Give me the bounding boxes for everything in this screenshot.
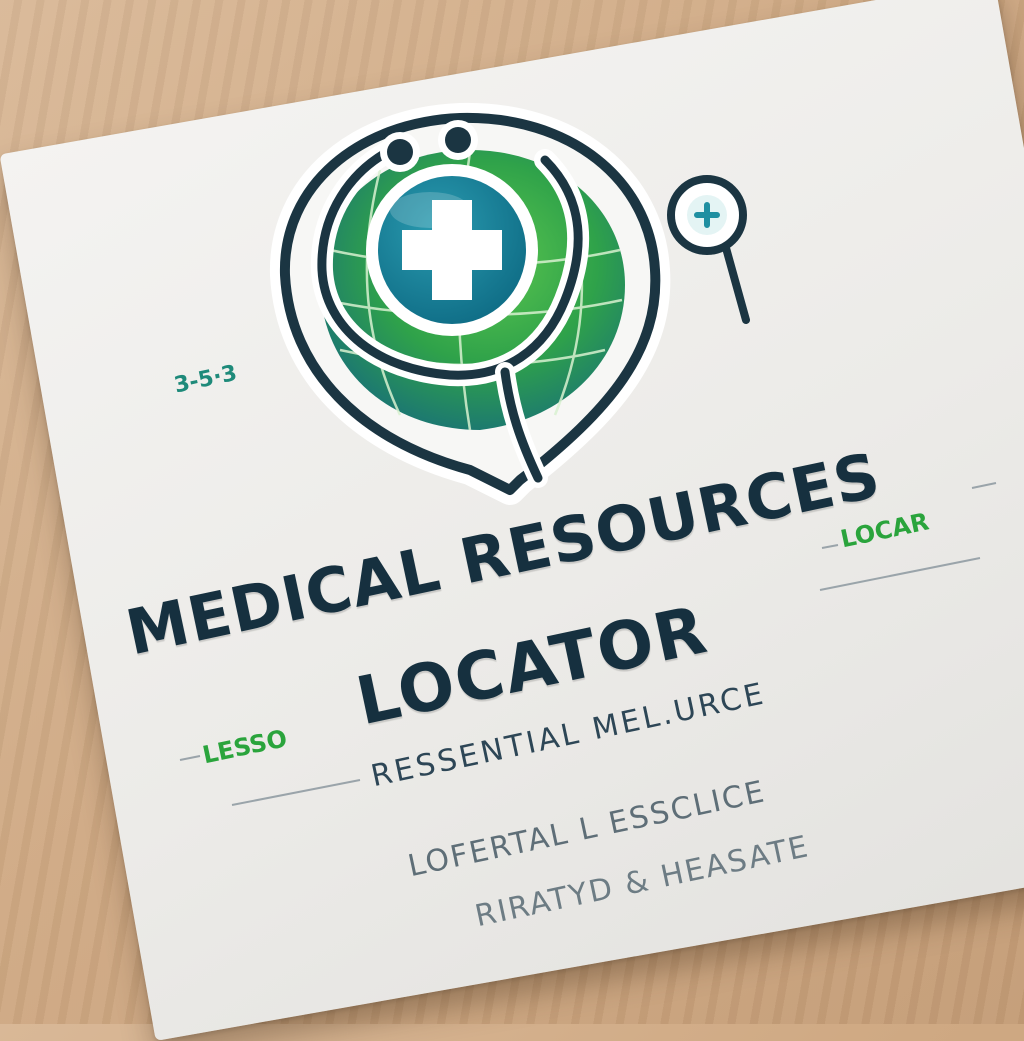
magnifier-icon <box>667 175 750 324</box>
medical-cross-icon <box>366 164 538 336</box>
